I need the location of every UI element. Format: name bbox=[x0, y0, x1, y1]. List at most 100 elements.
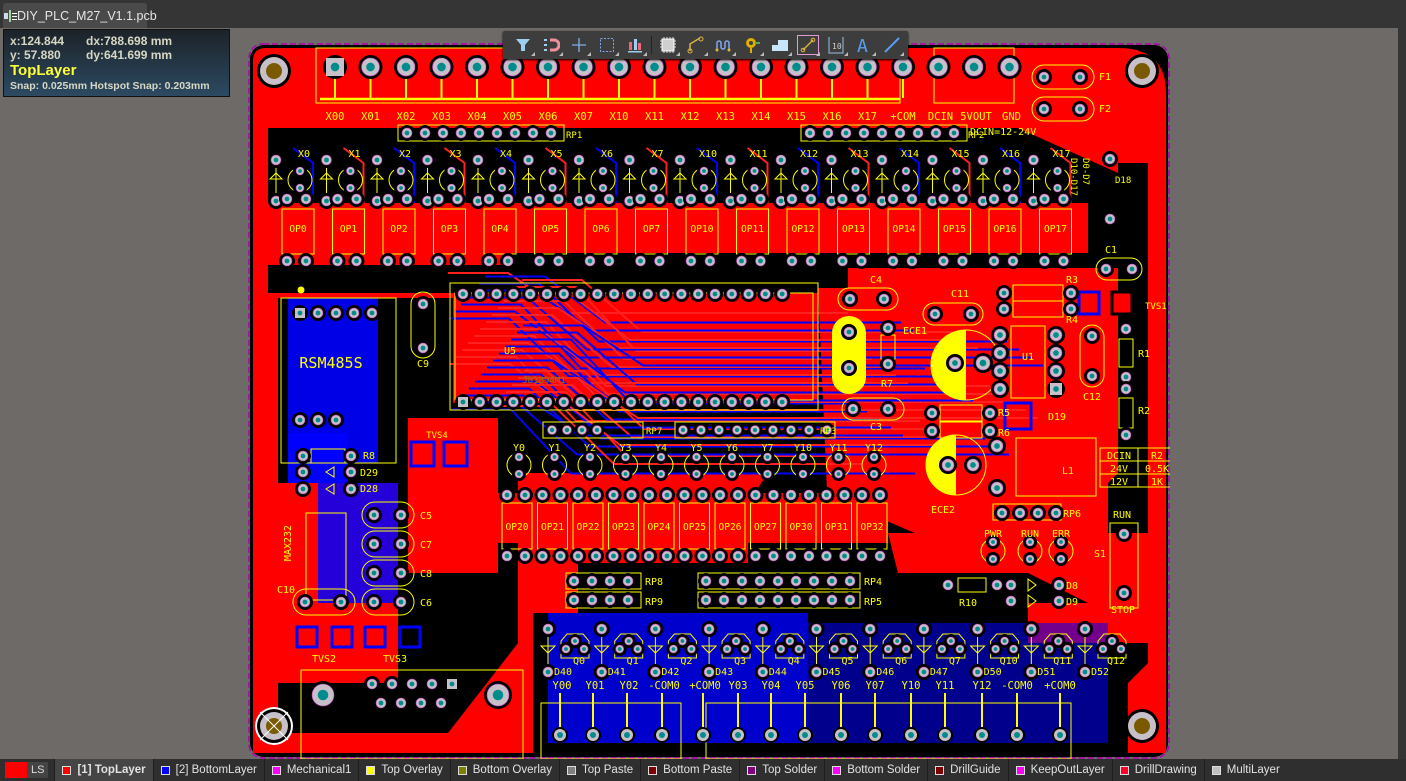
layer-tab[interactable]: Bottom Solder bbox=[824, 759, 927, 781]
layer-tab-label: Mechanical1 bbox=[286, 764, 352, 776]
pad-hole bbox=[811, 578, 817, 584]
layer-tab[interactable]: Top Overlay bbox=[358, 759, 449, 781]
layer-color-swatch bbox=[62, 765, 72, 775]
pad-hole bbox=[945, 582, 951, 588]
polygon-pour-button[interactable] bbox=[766, 32, 794, 58]
pad-hole bbox=[1002, 639, 1007, 643]
cursor-button[interactable] bbox=[565, 32, 593, 58]
layer-tab[interactable]: MultiLayer bbox=[1203, 759, 1287, 781]
layer-set-button[interactable]: LS bbox=[5, 762, 49, 778]
layer-tab[interactable]: KeepOutLayer bbox=[1007, 759, 1112, 781]
designator-label: D52 bbox=[1091, 667, 1109, 678]
pad-hole bbox=[512, 130, 518, 136]
align-button[interactable] bbox=[621, 32, 649, 58]
pcb-board-svg[interactable]: X00 X01 X02 X03 X04 X05 X06 X07 X10 X11 X12 X13 X14 X… bbox=[248, 43, 1177, 760]
pad-hole bbox=[753, 492, 758, 498]
length-tune-button[interactable] bbox=[710, 32, 738, 58]
layer-tab[interactable]: DrillDrawing bbox=[1111, 759, 1204, 781]
designator-label: Q1 bbox=[627, 656, 639, 667]
pad-hole bbox=[537, 196, 542, 202]
pad-hole bbox=[861, 130, 867, 136]
connector-bottom-label: +COM0 bbox=[1044, 680, 1076, 692]
pad-hole bbox=[593, 492, 599, 498]
pad-hole bbox=[1123, 374, 1129, 380]
pad-hole bbox=[476, 130, 482, 136]
pcb-board[interactable]: X00 X01 X02 X03 X04 X05 X06 X07 X10 X11 X12 X13 X14 X… bbox=[248, 43, 1177, 764]
document-tab[interactable]: DIY_PLC_M27_V1.1.pcb bbox=[3, 3, 157, 28]
layer-set-label: LS bbox=[27, 762, 49, 778]
layer-tab[interactable]: Bottom Overlay bbox=[449, 759, 559, 781]
pad-hole bbox=[789, 196, 795, 202]
pad-hole bbox=[895, 639, 900, 643]
pad-hole bbox=[948, 639, 953, 643]
pad-hole bbox=[1082, 669, 1088, 675]
pad-hole bbox=[677, 198, 683, 204]
designator-label: C3 bbox=[870, 422, 882, 433]
layer-color-swatch bbox=[832, 765, 842, 775]
pad-hole bbox=[743, 647, 748, 651]
layer-tab[interactable]: [2] BottomLayer bbox=[152, 759, 264, 781]
d0-d7-label: D0-D7 bbox=[1080, 158, 1090, 185]
layer-tab[interactable]: Top Solder bbox=[739, 759, 824, 781]
place-component-button[interactable] bbox=[654, 32, 682, 58]
pad-hole bbox=[827, 62, 837, 72]
pad-hole bbox=[847, 296, 853, 302]
pad-hole bbox=[298, 186, 302, 190]
designator-label: R10 bbox=[959, 598, 977, 609]
layer-tab[interactable]: Top Paste bbox=[559, 759, 640, 781]
pad-hole bbox=[324, 157, 329, 163]
vertical-scrollbar[interactable] bbox=[1398, 28, 1406, 759]
pad-hole bbox=[952, 360, 958, 366]
layer-tab[interactable]: [1] TopLayer bbox=[54, 759, 153, 781]
pad-hole bbox=[588, 455, 592, 459]
pad-hole bbox=[623, 472, 628, 476]
place-string-button[interactable]: A bbox=[850, 32, 878, 58]
select-button[interactable] bbox=[593, 32, 621, 58]
pad-hole bbox=[859, 553, 865, 559]
designator-label: R4 bbox=[1066, 315, 1078, 326]
pad-hole bbox=[607, 597, 613, 603]
place-via-button[interactable] bbox=[738, 32, 766, 58]
pad-hole bbox=[645, 291, 651, 297]
dimension-button[interactable]: 10 bbox=[822, 32, 850, 58]
coordinate-hud: x:124.844 dx:788.698 mm y: 57.880 dy:641.6… bbox=[3, 29, 230, 97]
snap-button[interactable] bbox=[537, 32, 565, 58]
designator-label: L1 bbox=[1062, 466, 1074, 477]
layer-tab[interactable]: DrillGuide bbox=[927, 759, 1008, 781]
pad-hole bbox=[1028, 626, 1034, 632]
layer-tabs: [1] TopLayer [2] BottomLayer Mechanical1 To… bbox=[54, 759, 1286, 781]
designator-label: R2 bbox=[1138, 406, 1150, 417]
layer-tab-label: Bottom Overlay bbox=[472, 764, 553, 776]
pad-hole bbox=[1056, 582, 1062, 588]
pad-hole bbox=[517, 455, 521, 459]
optocoupler-label: OP22 bbox=[577, 522, 600, 533]
pad-hole bbox=[404, 130, 410, 136]
layer-color-swatch bbox=[567, 765, 577, 775]
diff-pair-button[interactable] bbox=[794, 32, 822, 58]
layer-tab[interactable]: Bottom Paste bbox=[640, 759, 739, 781]
hud-y: y: 57.880 bbox=[10, 48, 61, 62]
route-button[interactable] bbox=[682, 32, 710, 58]
pad-hole bbox=[979, 732, 985, 738]
pad-hole bbox=[757, 597, 763, 603]
layer-tab-label: KeepOutLayer bbox=[1030, 764, 1105, 776]
optocoupler-label: OP21 bbox=[541, 522, 564, 533]
pad-hole bbox=[348, 469, 354, 475]
connector-top-label: X12 bbox=[681, 111, 700, 123]
pad-hole bbox=[477, 291, 483, 297]
pad-hole bbox=[859, 492, 865, 498]
pad-hole bbox=[1055, 186, 1060, 190]
designator-label: X12 bbox=[800, 149, 818, 160]
pad-hole bbox=[707, 258, 713, 264]
place-line-button[interactable] bbox=[878, 32, 906, 58]
filter-button[interactable] bbox=[509, 32, 537, 58]
pad-hole bbox=[788, 492, 794, 498]
pad-hole bbox=[594, 427, 600, 433]
connector-top-label: X11 bbox=[645, 111, 664, 123]
designator-label: D51 bbox=[1037, 667, 1055, 678]
pad-hole bbox=[1014, 732, 1020, 738]
pad-hole bbox=[999, 510, 1005, 516]
pad-hole bbox=[758, 258, 763, 264]
layer-tab[interactable]: Mechanical1 bbox=[263, 759, 359, 781]
pad-hole bbox=[716, 427, 722, 433]
